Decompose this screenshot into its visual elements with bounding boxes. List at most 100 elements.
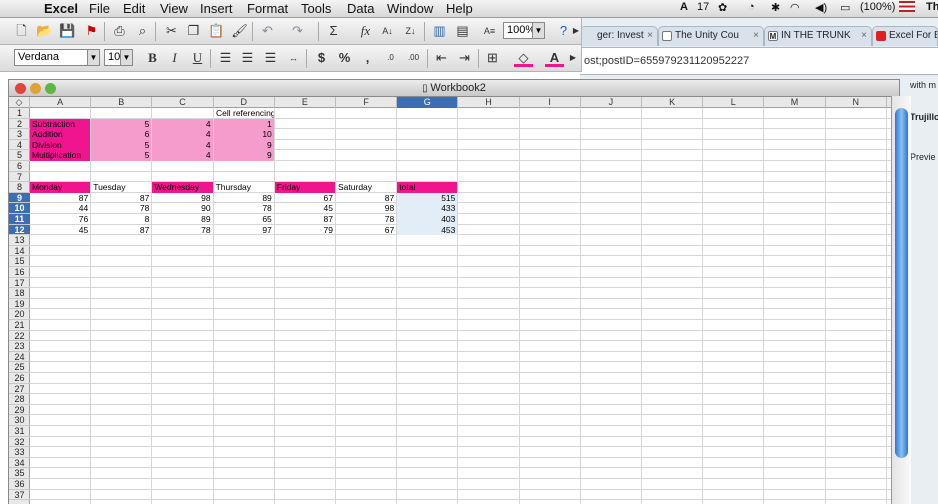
cell-f9[interactable]: 87	[336, 193, 396, 204]
row-header-6[interactable]: 6	[9, 161, 30, 172]
cell-b4[interactable]: 5	[91, 139, 152, 151]
bluetooth-icon[interactable]: ✱	[771, 1, 780, 14]
url-bar[interactable]: ost;postID=655979231120952227	[580, 47, 938, 75]
align-right-icon[interactable]: ☰	[261, 49, 280, 67]
app-menu[interactable]: Excel	[44, 1, 78, 16]
help-icon[interactable]: ?	[554, 22, 573, 40]
paste-icon[interactable]: 📋	[207, 22, 226, 40]
row-header-24[interactable]: 24	[9, 352, 30, 363]
row-header-7[interactable]: 7	[9, 172, 30, 183]
function-icon[interactable]: fx	[356, 22, 375, 40]
row-header-35[interactable]: 35	[9, 468, 30, 479]
currency-icon[interactable]: $	[312, 49, 331, 67]
comma-icon[interactable]: ,	[358, 49, 377, 67]
cell-g12[interactable]: 453	[397, 224, 458, 236]
row-header-1[interactable]: 1	[9, 108, 30, 119]
cell-d12[interactable]: 97	[214, 225, 274, 236]
cell-a11[interactable]: 76	[30, 214, 90, 225]
row-header-17[interactable]: 17	[9, 278, 30, 289]
close-icon[interactable]: ×	[753, 30, 759, 41]
cell-d9[interactable]: 89	[214, 193, 274, 204]
cell-g9[interactable]: 515	[397, 192, 458, 204]
row-header-22[interactable]: 22	[9, 331, 30, 342]
cell-c4[interactable]: 4	[152, 139, 213, 151]
cell-f8[interactable]: Saturday	[336, 182, 396, 193]
new-icon[interactable]: 🗋	[12, 22, 31, 40]
decrease-decimal-icon[interactable]: .00	[404, 49, 423, 67]
cell-d11[interactable]: 65	[214, 214, 274, 225]
flag-icon[interactable]	[899, 1, 915, 12]
close-icon[interactable]: ×	[861, 30, 867, 41]
browser-tab-2[interactable]: The Unity Cou ×	[658, 26, 764, 46]
row-header-31[interactable]: 31	[9, 426, 30, 437]
row-header-29[interactable]: 29	[9, 405, 30, 416]
cell-e10[interactable]: 45	[275, 203, 335, 214]
row-header-23[interactable]: 23	[9, 341, 30, 352]
save-icon[interactable]: 💾	[58, 22, 77, 40]
fill-color-icon[interactable]: ◇	[514, 49, 533, 67]
row-header-3[interactable]: 3	[9, 129, 30, 140]
cell-e11[interactable]: 87	[275, 214, 335, 225]
column-header-e[interactable]: E	[275, 97, 336, 108]
row-header-36[interactable]: 36	[9, 479, 30, 490]
vertical-scrollbar[interactable]	[891, 96, 911, 504]
align-center-icon[interactable]: ☰	[238, 49, 257, 67]
cell-f12[interactable]: 67	[336, 225, 396, 236]
open-icon[interactable]: 📂	[35, 22, 54, 40]
cell-a2[interactable]: Subtraction	[30, 118, 91, 130]
sort-ascending-icon[interactable]: A↓	[378, 22, 397, 40]
cell-g11[interactable]: 403	[397, 214, 458, 225]
row-header-18[interactable]: 18	[9, 288, 30, 299]
menu-insert[interactable]: Insert	[200, 1, 233, 16]
copy-icon[interactable]: ❐	[184, 22, 203, 40]
merge-center-icon[interactable]: ↔	[284, 49, 303, 67]
cell-c12[interactable]: 78	[152, 225, 212, 236]
align-left-icon[interactable]: ☰	[216, 49, 235, 67]
cell-d10[interactable]: 78	[214, 203, 274, 214]
row-header-2[interactable]: 2	[9, 119, 30, 130]
cell-c3[interactable]: 4	[152, 129, 213, 140]
cell-d4[interactable]: 9	[213, 139, 274, 151]
increase-decimal-icon[interactable]: .0	[381, 49, 400, 67]
undo-icon[interactable]: ↶	[258, 22, 277, 40]
print-preview-icon[interactable]: ⌕	[133, 22, 152, 40]
font-name-select[interactable]: Verdana ▼	[14, 49, 100, 66]
row-header-12[interactable]: 12	[9, 224, 30, 236]
dropbox-icon[interactable]: ✿	[718, 1, 727, 14]
cell-b9[interactable]: 87	[91, 193, 151, 204]
overflow-icon[interactable]: ▶	[568, 49, 578, 67]
window-titlebar[interactable]: ▯ Workbook2	[9, 80, 899, 97]
row-header-34[interactable]: 34	[9, 458, 30, 469]
percent-icon[interactable]: %	[335, 49, 354, 67]
row-header-9[interactable]: 9	[9, 192, 30, 204]
cell-c2[interactable]: 4	[152, 118, 213, 130]
cell-a12[interactable]: 45	[30, 225, 90, 236]
cell-e8[interactable]: Friday	[274, 182, 335, 193]
menu-data[interactable]: Data	[347, 1, 374, 16]
column-header-k[interactable]: K	[642, 97, 704, 108]
font-color-icon[interactable]: A	[545, 49, 564, 67]
column-header-m[interactable]: M	[764, 97, 826, 108]
cut-icon[interactable]: ✂	[162, 22, 181, 40]
cell-a5[interactable]: Multiplication	[30, 150, 91, 161]
cell-c8[interactable]: Wednesday	[152, 182, 213, 193]
column-header-j[interactable]: J	[581, 97, 642, 108]
column-header-i[interactable]: I	[520, 97, 581, 108]
autosum-icon[interactable]: Σ	[324, 22, 343, 40]
menu-file[interactable]: File	[89, 1, 110, 16]
format-painter-icon[interactable]: 🖌	[230, 22, 249, 40]
cell-f10[interactable]: 98	[336, 203, 396, 214]
cell-d2[interactable]: 1	[213, 118, 274, 130]
row-header-8[interactable]: 8	[9, 182, 30, 193]
cell-grid[interactable]: Cell referencing Subtraction 5 4 1 Addition 6…	[30, 108, 899, 504]
overflow-icon[interactable]: ▶	[572, 22, 580, 40]
close-icon[interactable]	[15, 83, 26, 94]
cell-b5[interactable]: 5	[91, 150, 152, 161]
cell-a9[interactable]: 87	[30, 193, 90, 204]
row-header-5[interactable]: 5	[9, 150, 30, 161]
cell-b10[interactable]: 78	[91, 203, 151, 214]
cell-b8[interactable]: Tuesday	[91, 182, 151, 193]
cell-a3[interactable]: Addition	[30, 129, 91, 140]
zoom-icon[interactable]	[45, 83, 56, 94]
sort-descending-icon[interactable]: Z↓	[401, 22, 420, 40]
